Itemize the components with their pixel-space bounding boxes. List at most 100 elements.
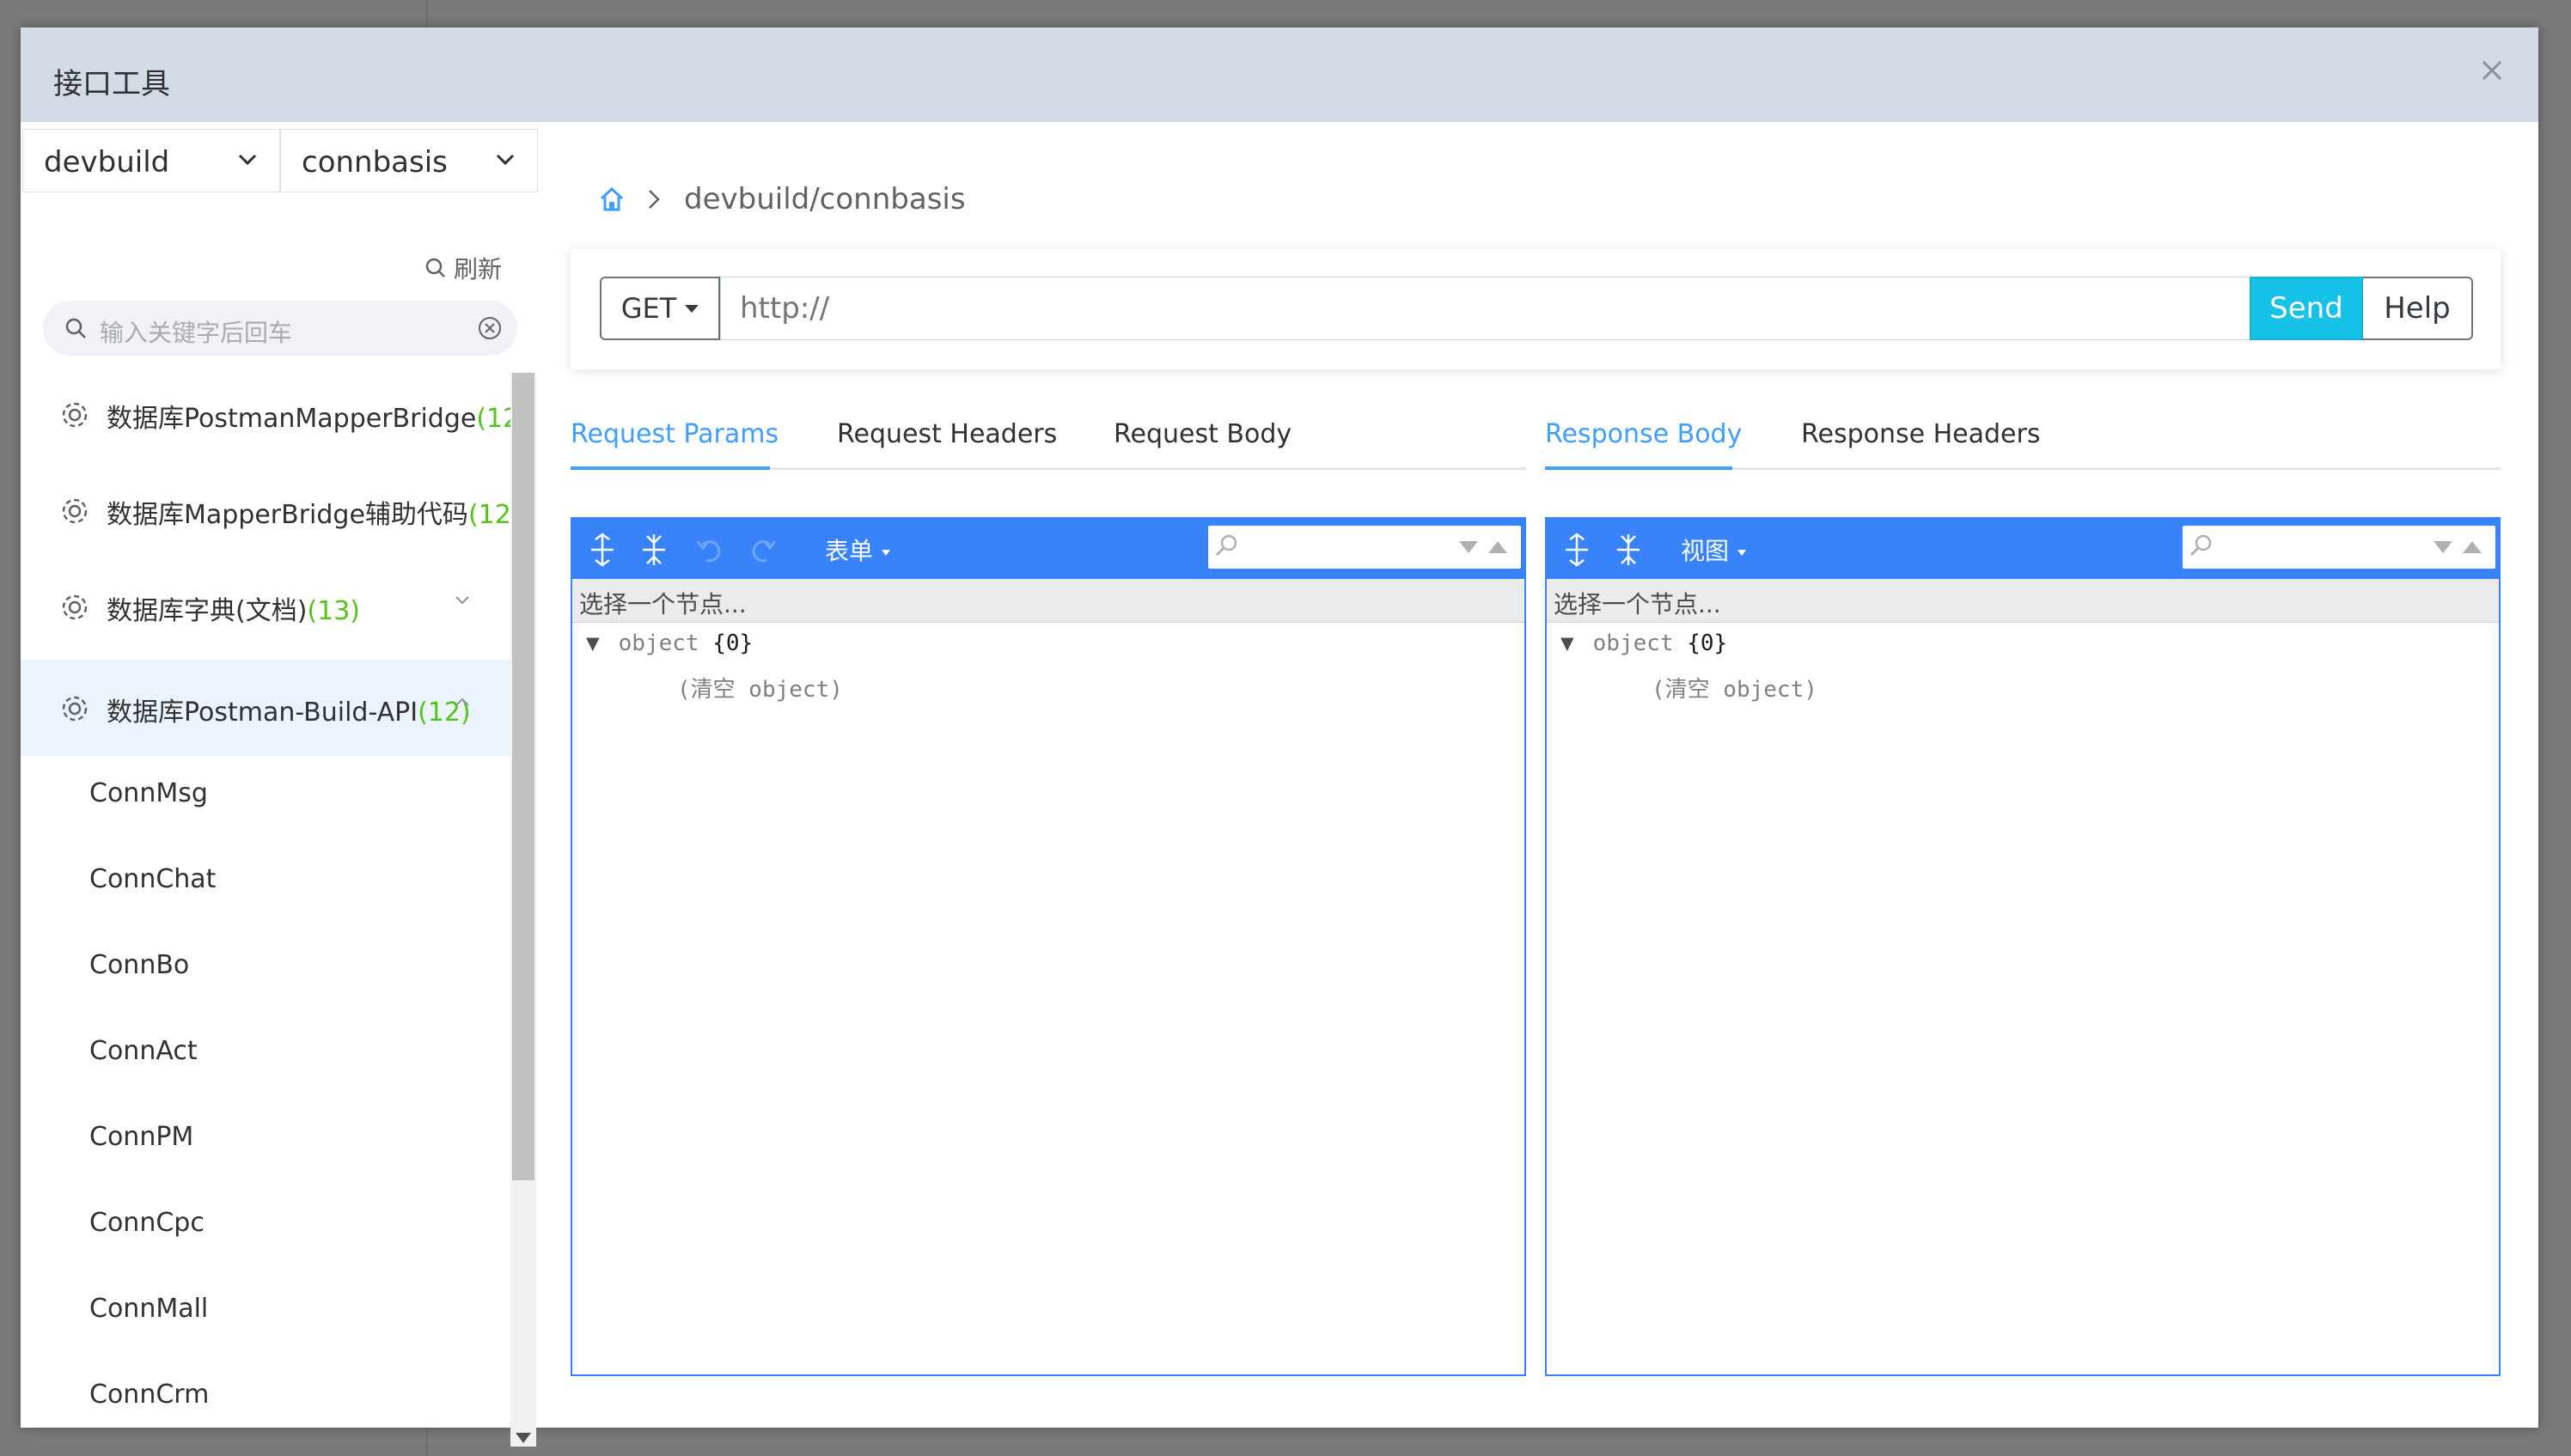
url-input[interactable] <box>720 277 2262 340</box>
expand-triangle-icon[interactable]: ▼ <box>586 631 600 656</box>
dialog-header: 接口工具 <box>21 27 2538 122</box>
tree-leaf-item[interactable]: ConnMall <box>89 1294 208 1324</box>
tab-request-body[interactable]: Request Body <box>1114 419 1292 449</box>
send-button[interactable]: Send <box>2250 277 2363 340</box>
scrollbar-thumb[interactable] <box>512 373 534 1180</box>
tree-leaf-item[interactable]: ConnPM <box>89 1122 193 1152</box>
caret-down-icon <box>1737 549 1747 556</box>
editor-mode-dropdown[interactable]: 视图 <box>1681 533 1747 567</box>
tree-group-label: 数据库MapperBridge辅助代码 <box>107 500 468 530</box>
tab-response-body[interactable]: Response Body <box>1545 419 1742 449</box>
chevron-right-icon <box>649 190 660 209</box>
expand-all-icon[interactable] <box>1562 533 1591 567</box>
json-root-value: {0} <box>712 631 754 656</box>
active-tab-indicator <box>1545 466 1732 470</box>
chevron-up-icon[interactable] <box>452 692 473 713</box>
tree-group-item[interactable]: 数据库字典(文档)(13) <box>21 564 510 649</box>
tree-group-item[interactable]: 数据库Postman-Build-API(12) <box>21 660 510 756</box>
json-root-value: {0} <box>1687 631 1728 656</box>
expand-all-icon[interactable] <box>588 533 617 567</box>
sidebar-scrollbar[interactable] <box>510 373 536 1447</box>
tree-group-item[interactable]: 数据库PostmanMapperBridge(12) <box>21 371 510 457</box>
caret-down-icon <box>685 304 699 313</box>
gear-icon <box>62 696 88 722</box>
dialog-title: 接口工具 <box>53 67 170 101</box>
refresh-button[interactable]: 刷新 <box>424 251 502 285</box>
tree-leaf-item[interactable]: ConnBo <box>89 950 189 980</box>
breadcrumb-path: devbuild/connbasis <box>684 182 966 216</box>
tree-group-label: 数据库Postman-Build-API <box>107 698 418 728</box>
response-json-editor: 视图 选择一个节点... ▼ object {0} (清空 object) <box>1545 517 2501 1376</box>
api-tree: 数据库PostmanMapperBridge(12) 数据库MapperBrid… <box>21 371 510 1428</box>
chevron-down-icon[interactable] <box>452 589 473 610</box>
expand-triangle-icon[interactable]: ▼ <box>1560 631 1574 656</box>
editor-menu: 视图 <box>1547 519 2499 579</box>
tree-group-count: (12) <box>467 500 510 530</box>
sidebar: devbuild connbasis 刷新 输入关键字后回车 数据库Postma… <box>21 122 538 1447</box>
project-select[interactable]: devbuild <box>22 129 280 192</box>
search-placeholder: 输入关键字后回车 <box>100 319 293 347</box>
json-empty-placeholder: (清空 object) <box>677 677 843 703</box>
method-label: GET <box>620 292 677 325</box>
editor-navbar-text: 选择一个节点... <box>1554 590 1721 618</box>
main-panel: devbuild/connbasis GET Send Help Request… <box>536 122 2538 1428</box>
close-icon[interactable] <box>2475 53 2509 88</box>
active-tab-indicator <box>571 466 770 470</box>
json-root-type: object <box>1592 631 1674 656</box>
undo-icon[interactable] <box>696 533 725 567</box>
tab-request-params[interactable]: Request Params <box>571 419 779 449</box>
clear-circle-icon[interactable] <box>476 314 504 342</box>
tab-response-headers[interactable]: Response Headers <box>1801 419 2040 449</box>
editor-mode-label: 表单 <box>825 537 874 565</box>
caret-down-icon <box>882 549 891 556</box>
tree-leaf-item[interactable]: ConnCrm <box>89 1380 209 1410</box>
tree-group-item[interactable]: 数据库MapperBridge辅助代码(12) <box>21 467 510 553</box>
tree-leaf-item[interactable]: ConnAct <box>89 1036 198 1066</box>
tree-group-label: 数据库PostmanMapperBridge <box>107 404 477 434</box>
editor-menu: 表单 <box>572 519 1524 579</box>
search-prev-next-icon[interactable] <box>2432 538 2487 558</box>
tree-group-count: (13) <box>307 596 361 626</box>
tree-leaf-item[interactable]: ConnChat <box>89 864 216 894</box>
tree-leaf-item[interactable]: ConnMsg <box>89 778 208 808</box>
collapse-all-icon[interactable] <box>1614 533 1643 567</box>
tree-group-label: 数据库字典(文档) <box>107 596 308 626</box>
collapse-all-icon[interactable] <box>639 533 669 567</box>
request-tabs: Request Params Request Headers Request B… <box>571 414 1526 470</box>
chevron-down-icon <box>238 154 257 166</box>
breadcrumb: devbuild/connbasis <box>598 182 966 216</box>
home-icon[interactable] <box>598 186 626 213</box>
method-dropdown[interactable]: GET <box>600 277 720 340</box>
refresh-label: 刷新 <box>454 255 503 283</box>
editor-search-input[interactable] <box>2183 526 2495 569</box>
request-bar: GET Send Help <box>571 249 2501 369</box>
search-icon <box>1215 534 1237 557</box>
chevron-down-icon <box>496 154 515 166</box>
module-select[interactable]: connbasis <box>280 129 538 192</box>
search-icon <box>2189 534 2212 557</box>
json-root-node[interactable]: ▼ object {0} <box>586 631 753 656</box>
tree-leaf-item[interactable]: ConnCpc <box>89 1208 205 1238</box>
search-icon <box>425 258 445 277</box>
json-root-type: object <box>618 631 699 656</box>
search-input[interactable]: 输入关键字后回车 <box>43 301 517 356</box>
gear-icon <box>62 498 88 524</box>
module-select-value: connbasis <box>302 145 448 180</box>
tree-group-count: (12) <box>476 404 510 434</box>
redo-icon[interactable] <box>748 533 777 567</box>
json-empty-placeholder: (清空 object) <box>1652 677 1817 703</box>
editor-mode-dropdown[interactable]: 表单 <box>825 533 891 567</box>
search-prev-next-icon[interactable] <box>1457 538 1512 558</box>
project-select-value: devbuild <box>44 145 170 180</box>
editor-navigation-bar: 选择一个节点... <box>572 579 1524 623</box>
editor-search-input[interactable] <box>1208 526 1521 569</box>
scroll-down-arrow-icon[interactable] <box>516 1433 531 1443</box>
gear-icon <box>62 402 88 428</box>
gear-icon <box>62 594 88 620</box>
search-icon <box>65 318 86 338</box>
api-tool-dialog: 接口工具 devbuild connbasis 刷新 输入关键字后回车 数据库P… <box>21 27 2538 1447</box>
tab-request-headers[interactable]: Request Headers <box>837 419 1057 449</box>
help-button[interactable]: Help <box>2363 277 2473 340</box>
editor-navigation-bar: 选择一个节点... <box>1547 579 2499 623</box>
json-root-node[interactable]: ▼ object {0} <box>1560 631 1727 656</box>
